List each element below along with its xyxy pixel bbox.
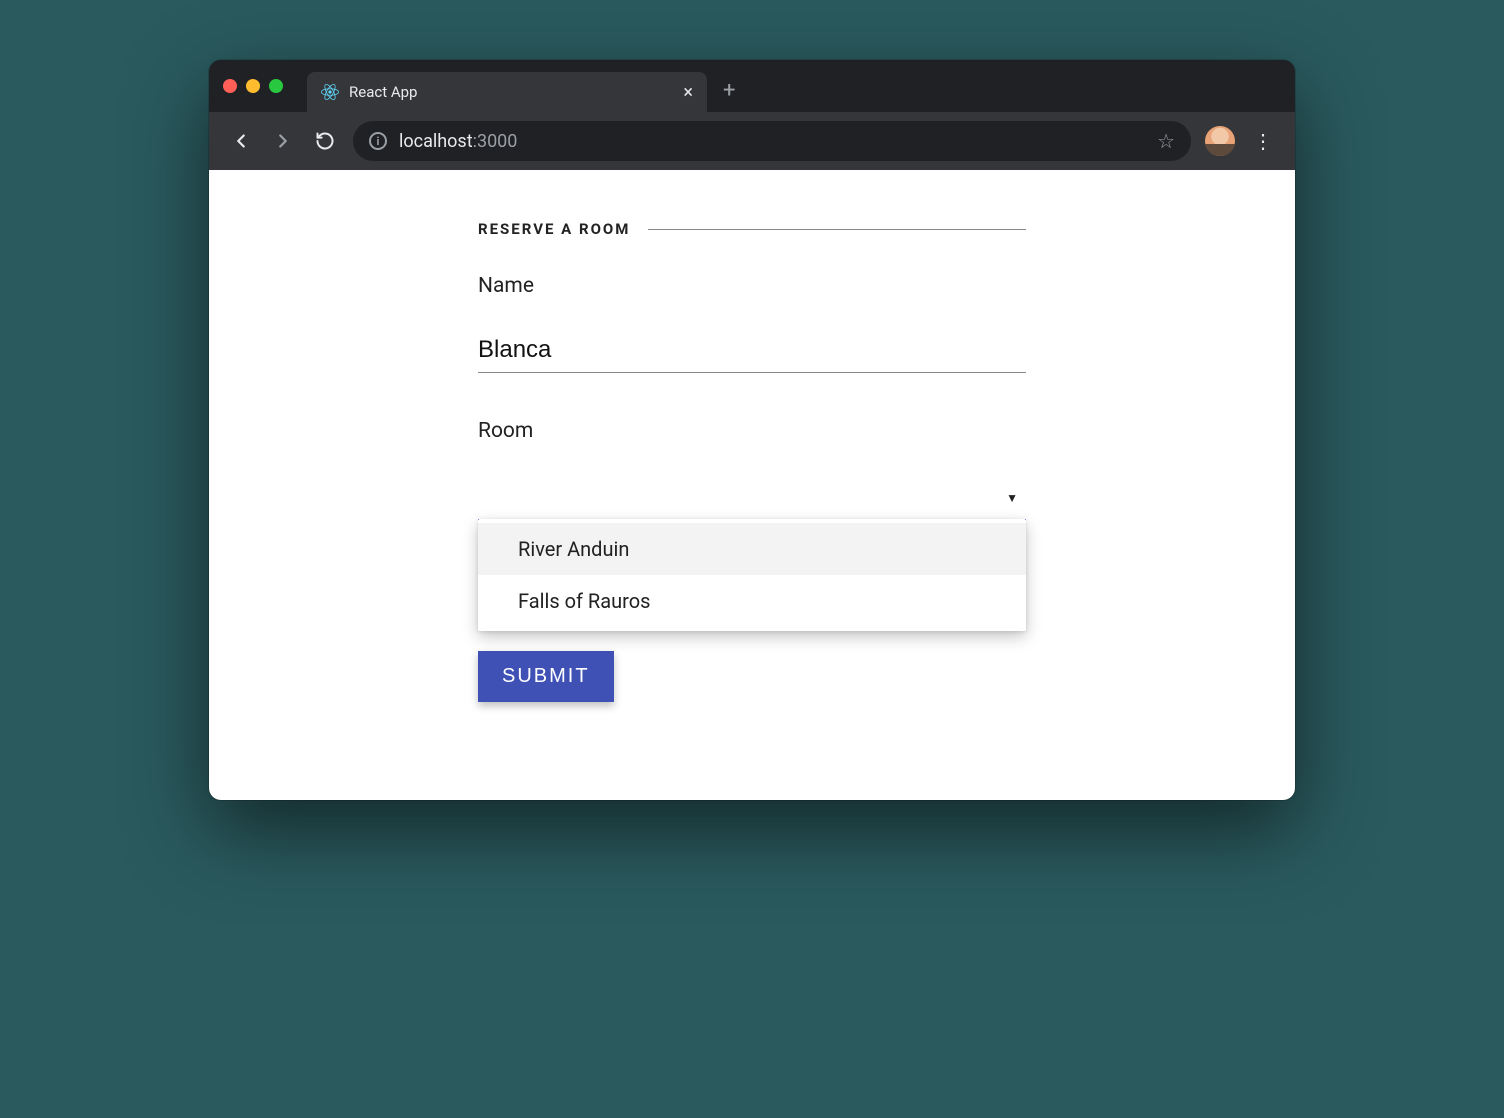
room-option[interactable]: River Anduin	[478, 523, 1026, 575]
browser-menu-icon[interactable]: ⋮	[1249, 129, 1277, 153]
close-tab-icon[interactable]: ×	[683, 82, 693, 103]
back-button[interactable]	[227, 127, 255, 155]
maximize-window-button[interactable]	[269, 79, 283, 93]
room-dropdown: River Anduin Falls of Rauros	[478, 519, 1026, 631]
room-label: Room	[478, 419, 1026, 443]
name-field: Name	[478, 274, 1026, 373]
profile-avatar[interactable]	[1205, 126, 1235, 156]
room-field: Room ▼ River Anduin Falls of Rauros	[478, 419, 1026, 521]
form-legend-row: RESERVE A ROOM	[478, 220, 1026, 238]
close-window-button[interactable]	[223, 79, 237, 93]
address-bar[interactable]: i localhost:3000 ☆	[353, 121, 1191, 161]
tab-title: React App	[349, 83, 673, 101]
browser-toolbar: i localhost:3000 ☆ ⋮	[209, 112, 1295, 170]
name-input[interactable]	[478, 332, 1026, 373]
new-tab-button[interactable]: +	[723, 78, 735, 103]
bookmark-icon[interactable]: ☆	[1157, 129, 1175, 153]
forward-button[interactable]	[269, 127, 297, 155]
window-controls	[223, 79, 283, 93]
room-option[interactable]: Falls of Rauros	[478, 575, 1026, 627]
reserve-room-form: RESERVE A ROOM Name Room ▼ River Anduin …	[478, 220, 1026, 702]
browser-tab[interactable]: React App ×	[307, 72, 707, 112]
react-icon	[321, 83, 339, 101]
room-select[interactable]: ▼ River Anduin Falls of Rauros	[478, 477, 1026, 521]
form-legend: RESERVE A ROOM	[478, 220, 630, 238]
name-label: Name	[478, 274, 1026, 298]
minimize-window-button[interactable]	[246, 79, 260, 93]
chevron-down-icon: ▼	[1006, 491, 1018, 505]
site-info-icon[interactable]: i	[369, 132, 387, 150]
reload-button[interactable]	[311, 127, 339, 155]
tab-strip: React App × +	[209, 60, 1295, 112]
browser-window: React App × + i localhost:3000 ☆ ⋮ RESER…	[209, 60, 1295, 800]
url-host: localhost:3000	[399, 131, 517, 152]
page-content: RESERVE A ROOM Name Room ▼ River Anduin …	[209, 170, 1295, 800]
legend-divider	[648, 229, 1026, 230]
submit-button[interactable]: SUBMIT	[478, 651, 614, 702]
